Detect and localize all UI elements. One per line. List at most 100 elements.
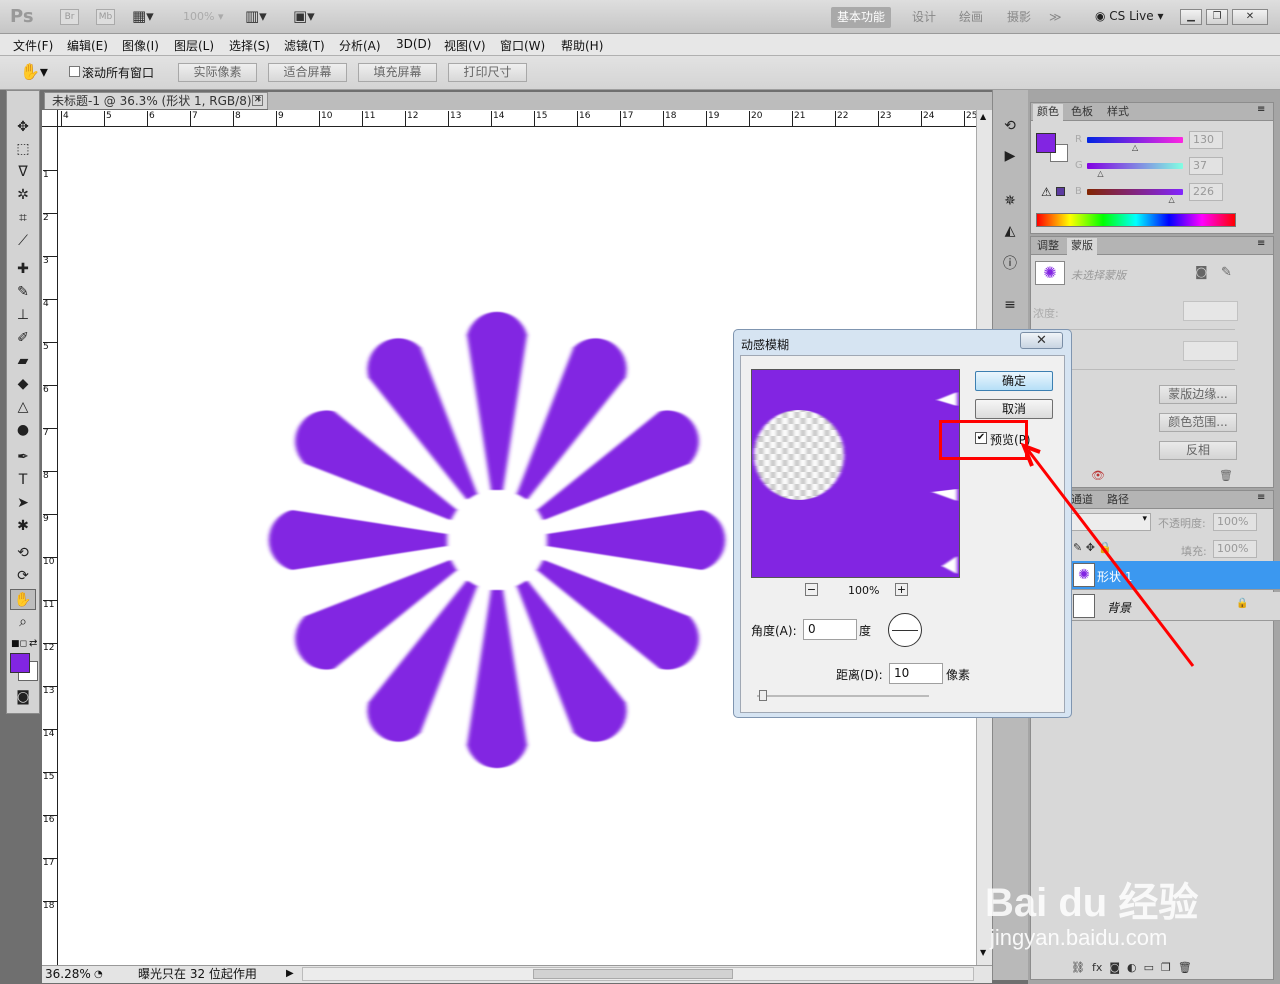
blend-mode-dropdown[interactable]: ▾	[1071, 513, 1151, 531]
menu-select[interactable]: 选择(S)	[229, 37, 270, 54]
menu-filter[interactable]: 滤镜(T)	[284, 37, 325, 54]
menu-edit[interactable]: 编辑(E)	[67, 37, 108, 54]
bridge-button[interactable]: Br	[60, 9, 79, 25]
layer-row-background[interactable]: 背景 🔒	[1071, 592, 1280, 621]
tab-paths[interactable]: 路径	[1103, 492, 1133, 509]
brush-presets-panel-icon[interactable]: ≡	[999, 297, 1021, 317]
horizontal-scroll-thumb[interactable]	[533, 969, 733, 979]
menu-3d[interactable]: 3D(D)	[396, 37, 431, 51]
menu-image[interactable]: 图像(I)	[122, 37, 159, 54]
preview-zoom-in-button[interactable]: +	[895, 583, 908, 596]
type-tool-icon[interactable]: T	[10, 470, 36, 491]
brush-tool-icon[interactable]: ✎	[10, 282, 36, 303]
scroll-all-windows-checkbox[interactable]	[69, 66, 80, 77]
scroll-down-icon[interactable]: ▼	[980, 948, 986, 957]
menu-window[interactable]: 窗口(W)	[500, 37, 545, 54]
status-info-icon[interactable]: ◔	[94, 967, 103, 983]
foreground-color-swatch[interactable]	[10, 653, 30, 673]
marquee-tool-icon[interactable]: ⬚	[10, 139, 36, 160]
layers-panel-menu-icon[interactable]: ≡	[1257, 492, 1265, 503]
zoom-tool-icon[interactable]: ⌕	[10, 612, 36, 633]
zoom-readout[interactable]: 36.28%	[45, 966, 91, 982]
quick-mask-icon[interactable]: ◙	[10, 687, 36, 708]
ruler-origin[interactable]	[42, 110, 58, 127]
b-value-field[interactable]: 226	[1189, 183, 1223, 201]
layers-footer-icons[interactable]: ⛓ fx ◙ ◐ ▭ ❐ 🗑	[1071, 961, 1271, 974]
r-value-field[interactable]: 130	[1189, 131, 1223, 149]
default-colors-icon[interactable]: ■◻	[11, 639, 27, 649]
b-slider-thumb[interactable]: △	[1168, 195, 1174, 204]
distance-slider-thumb[interactable]	[759, 690, 767, 701]
distance-input[interactable]: 10	[889, 663, 943, 684]
gamut-color-swatch[interactable]	[1056, 187, 1065, 196]
move-tool-icon[interactable]: ✥	[10, 117, 36, 138]
blur-tool-icon[interactable]: △	[10, 397, 36, 418]
filter-preview[interactable]	[751, 369, 960, 578]
navigator-panel-icon[interactable]: ✵	[999, 193, 1021, 213]
mini-bridge-button[interactable]: Mb	[96, 9, 115, 25]
tab-swatches[interactable]: 色板	[1067, 104, 1097, 121]
close-window-button[interactable]: ✕	[1232, 9, 1268, 25]
history-panel-icon[interactable]: ⟲	[999, 118, 1021, 138]
g-slider[interactable]: △	[1087, 163, 1183, 178]
hand-tool-icon[interactable]: ✋	[10, 589, 36, 610]
histogram-panel-icon[interactable]: ◭	[999, 223, 1021, 243]
workspace-painting[interactable]: 绘画	[953, 7, 989, 28]
menu-layer[interactable]: 图层(L)	[174, 37, 214, 54]
document-tab[interactable]: 未标题-1 @ 36.3% (形状 1, RGB/8) * ✕	[44, 92, 268, 109]
vector-mask-icon[interactable]: ✎	[1221, 265, 1232, 280]
fit-screen-button[interactable]: 适合屏幕	[268, 63, 347, 82]
actions-panel-icon[interactable]: ▶	[999, 148, 1021, 168]
hand-tool-preset-icon[interactable]: ✋▾	[20, 62, 48, 81]
healing-brush-tool-icon[interactable]: ✚	[10, 259, 36, 280]
more-workspaces-button[interactable]: ≫	[1043, 7, 1068, 28]
actual-pixels-button[interactable]: 实际像素	[178, 63, 257, 82]
custom-shape-tool-icon[interactable]: ✱	[10, 516, 36, 537]
horizontal-scrollbar[interactable]	[302, 967, 974, 981]
minimize-button[interactable]: ▁	[1180, 9, 1202, 25]
tab-color[interactable]: 颜色	[1033, 104, 1063, 121]
layer-name[interactable]: 形状 1	[1097, 568, 1132, 585]
cs-live-button[interactable]: ◉ CS Live ▾	[1095, 9, 1163, 23]
gamut-warning-icon[interactable]: ⚠	[1041, 185, 1052, 199]
tab-styles[interactable]: 样式	[1103, 104, 1133, 121]
zoom-level-dropdown[interactable]: 100% ▾	[183, 10, 223, 23]
scroll-up-icon[interactable]: ▲	[980, 112, 986, 121]
feather-field[interactable]	[1183, 341, 1238, 361]
masks-panel-menu-icon[interactable]: ≡	[1257, 238, 1265, 249]
print-size-button[interactable]: 打印尺寸	[448, 63, 527, 82]
tab-masks[interactable]: 蒙版	[1067, 238, 1097, 255]
b-slider[interactable]: △	[1087, 189, 1183, 204]
color-range-button[interactable]: 颜色范围...	[1159, 413, 1237, 432]
density-field[interactable]	[1183, 301, 1238, 321]
3d-rotate-tool-icon[interactable]: ⟲	[10, 543, 36, 564]
dodge-tool-icon[interactable]: ●	[10, 420, 36, 441]
layer-row-shape[interactable]: ✺ 形状 1	[1071, 561, 1280, 590]
workspace-essentials[interactable]: 基本功能	[831, 7, 892, 28]
layer-name[interactable]: 背景	[1107, 599, 1131, 616]
lock-icons[interactable]: ✎ ✥ 🔒	[1073, 541, 1112, 554]
angle-dial[interactable]	[888, 613, 922, 647]
panel-menu-icon[interactable]: ≡	[1257, 104, 1265, 115]
fill-screen-button[interactable]: 填充屏幕	[358, 63, 437, 82]
tab-adjustments[interactable]: 调整	[1033, 238, 1063, 255]
crop-tool-icon[interactable]: ⌗	[10, 208, 36, 229]
g-value-field[interactable]: 37	[1189, 157, 1223, 175]
menu-view[interactable]: 视图(V)	[444, 37, 486, 54]
mask-edge-button[interactable]: 蒙版边缘...	[1159, 385, 1237, 404]
status-menu-arrow-icon[interactable]: ▶	[286, 966, 294, 982]
r-slider[interactable]: △	[1087, 137, 1183, 152]
opacity-field[interactable]: 100%	[1213, 513, 1257, 531]
dialog-close-button[interactable]: ✕	[1020, 332, 1063, 349]
arrange-documents-icon[interactable]: ▥▾	[245, 7, 267, 25]
view-mask-icon[interactable]: 👁	[1091, 469, 1105, 482]
cancel-button[interactable]: 取消	[975, 399, 1053, 419]
close-document-icon[interactable]: ✕	[252, 95, 263, 106]
view-extras-icon[interactable]: ▦▾	[132, 7, 154, 25]
invert-button[interactable]: 反相	[1159, 441, 1237, 460]
fill-field[interactable]: 100%	[1213, 540, 1257, 558]
screen-mode-icon[interactable]: ▣▾	[293, 7, 315, 25]
workspace-photography[interactable]: 摄影	[1001, 7, 1037, 28]
lasso-tool-icon[interactable]: ᐁ	[10, 162, 36, 183]
path-selection-tool-icon[interactable]: ➤	[10, 493, 36, 514]
